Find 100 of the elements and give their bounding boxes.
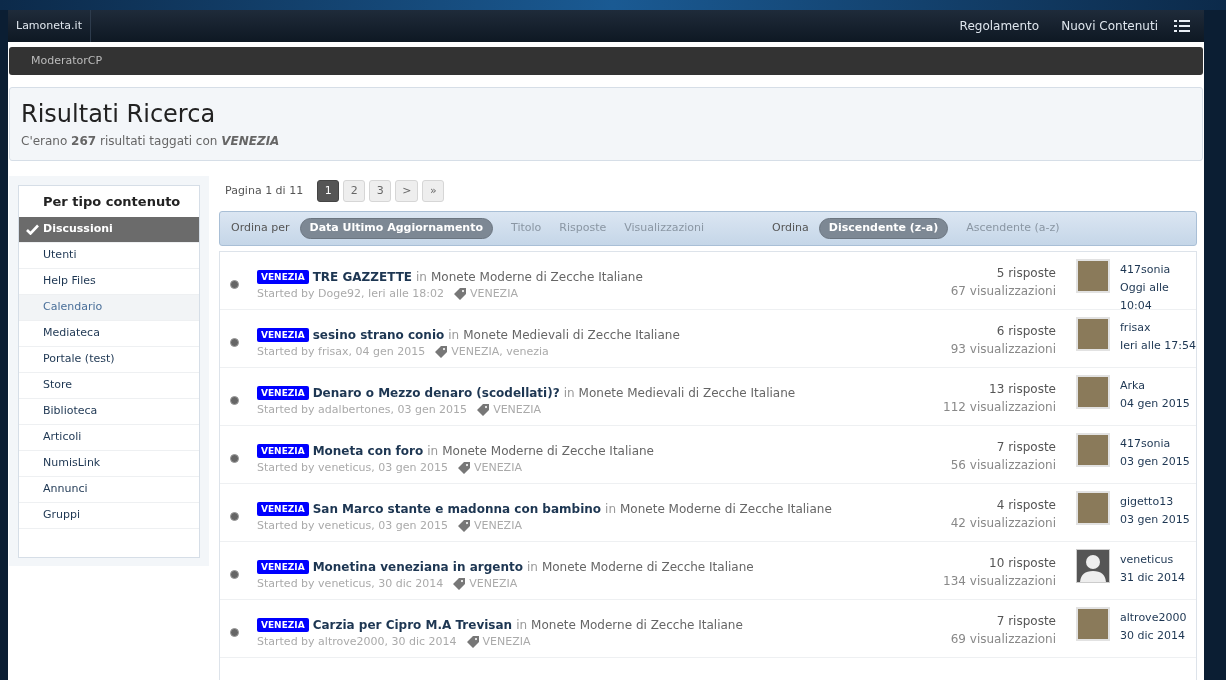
topic-title[interactable]: TRE GAZZETTE (312, 269, 413, 285)
filter-item[interactable]: Calendario (19, 295, 199, 321)
tag-icon (435, 346, 448, 359)
forum-link[interactable]: Monete Moderne di Zecche Italiane (541, 559, 754, 575)
sort-label: Ordina per (231, 220, 290, 237)
menu-icon[interactable] (1174, 20, 1190, 32)
in-label: in (448, 327, 460, 343)
topic-title[interactable]: Moneta con foro (312, 443, 424, 459)
avatar-silhouette (1076, 549, 1110, 583)
reply-count: 10 risposte (988, 555, 1056, 572)
moderator-link[interactable]: ModeratorCP (31, 52, 103, 70)
page-count: Pagina 1 di 11 (225, 182, 304, 199)
avatar-photo-placeholder (1076, 607, 1110, 641)
topic-meta: Started by veneticus, 03 gen 2015 (257, 518, 448, 534)
in-label: in (427, 443, 439, 459)
last-post-date: 04 gen 2015 (1120, 396, 1190, 412)
view-count: 69 visualizzazioni (950, 631, 1056, 648)
filter-title: Per tipo contenuto (42, 192, 182, 211)
prefix-tag[interactable]: VENEZIA (257, 502, 309, 516)
nav-link[interactable]: Nuovi Contenuti (1061, 17, 1158, 35)
sort-option[interactable]: Discendente (z-a) (818, 218, 949, 239)
filter-item[interactable]: Mediateca (19, 321, 199, 347)
prefix-tag[interactable]: VENEZIA (257, 270, 309, 284)
check-icon (26, 224, 39, 235)
in-label: in (605, 501, 616, 517)
nav-link[interactable]: Regolamento (959, 17, 1040, 35)
user-link[interactable]: frisax (1120, 319, 1151, 337)
sort-option[interactable]: Data Ultimo Aggiornamento (299, 218, 493, 239)
page-button[interactable]: » (422, 180, 445, 202)
topic-title[interactable]: Denaro o Mezzo denaro (scodellati)? (312, 385, 560, 401)
reply-count: 6 risposte (995, 323, 1056, 340)
user-link[interactable]: veneticus (1120, 551, 1174, 569)
reply-count: 5 risposte (995, 265, 1056, 282)
forum-link[interactable]: Monete Medievali di Zecche Italiane (463, 327, 680, 343)
topic-meta: Started by veneticus, 03 gen 2015 (257, 460, 448, 476)
user-link[interactable]: 417sonia (1120, 261, 1171, 279)
filter-item[interactable]: NumisLink (19, 451, 199, 477)
filter-item[interactable]: Articoli (19, 425, 199, 451)
user-link[interactable]: Arka (1120, 377, 1145, 395)
topic-title[interactable]: sesino strano conio (312, 327, 445, 343)
reply-count: 7 risposte (995, 439, 1056, 456)
avatar-photo-placeholder (1076, 491, 1110, 525)
page-title: Risultati Ricerca (21, 100, 216, 128)
topic-title[interactable]: Carzia per Cipro M.A Trevisan (312, 617, 513, 633)
topic-meta: Started by altrove2000, 30 dic 2014 (257, 634, 457, 650)
filter-item[interactable]: Portale (test) (19, 347, 199, 373)
filter-item[interactable]: Discussioni (19, 217, 199, 243)
forum-link[interactable]: Monete Moderne di Zecche Italiane (442, 443, 654, 459)
last-post-date: 31 dic 2014 (1120, 570, 1186, 586)
page-button[interactable]: 3 (369, 180, 392, 202)
tag-icon (453, 578, 466, 591)
avatar-photo-placeholder (1076, 259, 1110, 293)
in-label: in (416, 269, 427, 285)
view-count: 42 visualizzazioni (950, 515, 1056, 532)
prefix-tag[interactable]: VENEZIA (257, 386, 309, 400)
reply-count: 7 risposte (995, 613, 1056, 630)
avatar-photo-placeholder (1076, 433, 1110, 467)
prefix-tag[interactable]: VENEZIA (257, 328, 309, 342)
user-link[interactable]: gigetto13 (1120, 493, 1174, 511)
last-post-date: 03 gen 2015 (1120, 454, 1190, 470)
avatar-photo-placeholder (1076, 317, 1110, 351)
page-button[interactable]: 2 (343, 180, 366, 202)
reply-count: 4 risposte (995, 497, 1056, 514)
filter-item[interactable]: Annunci (19, 477, 199, 503)
page-button[interactable]: 1 (317, 180, 340, 202)
view-count: 112 visualizzazioni (943, 399, 1056, 416)
topic-title[interactable]: San Marco stante e madonna con bambino (312, 501, 602, 517)
tag-icon (457, 462, 470, 475)
view-count: 56 visualizzazioni (950, 457, 1056, 474)
avatar-photo-placeholder (1076, 375, 1110, 409)
filter-item[interactable]: Store (19, 373, 199, 399)
results-summary: C'erano 267 risultati taggati con VENEZIA (21, 133, 280, 150)
in-label: in (526, 559, 538, 575)
filter-item[interactable]: Utenti (19, 243, 199, 269)
prefix-tag[interactable]: VENEZIA (257, 560, 309, 574)
tag-icon (457, 520, 470, 533)
topic-meta: Started by adalbertones, 03 gen 2015 (257, 402, 468, 418)
prefix-tag[interactable]: VENEZIA (257, 618, 309, 632)
forum-link[interactable]: Monete Moderne di Zecche Italiane (531, 617, 743, 633)
forum-link[interactable]: Monete Moderne di Zecche Italiane (431, 269, 643, 285)
topic-title[interactable]: Monetina veneziana in argento (312, 559, 523, 575)
forum-link[interactable]: Monete Medievali di Zecche Italiane (578, 385, 796, 401)
topic-meta: Started by veneticus, 30 dic 2014 (257, 576, 444, 592)
tag-icon (466, 636, 479, 649)
prefix-tag[interactable]: VENEZIA (257, 444, 309, 458)
order-label: Ordina (772, 220, 809, 237)
user-link[interactable]: 417sonia (1120, 435, 1171, 453)
user-link[interactable]: altrove2000 (1120, 609, 1187, 627)
tag-icon (453, 288, 466, 301)
topic-meta: Started by frisax, 04 gen 2015 (257, 344, 426, 360)
tag-icon (477, 404, 490, 417)
filter-item[interactable]: Gruppi (19, 503, 199, 529)
view-count: 93 visualizzazioni (950, 341, 1056, 358)
in-label: in (563, 385, 575, 401)
forum-link[interactable]: Monete Moderne di Zecche Italiane (620, 501, 832, 517)
view-count: 134 visualizzazioni (943, 573, 1056, 590)
last-post-date: 03 gen 2015 (1120, 512, 1190, 528)
reply-count: 13 risposte (988, 381, 1056, 398)
page-button[interactable]: > (395, 180, 419, 202)
filter-item[interactable]: Biblioteca (19, 399, 199, 425)
